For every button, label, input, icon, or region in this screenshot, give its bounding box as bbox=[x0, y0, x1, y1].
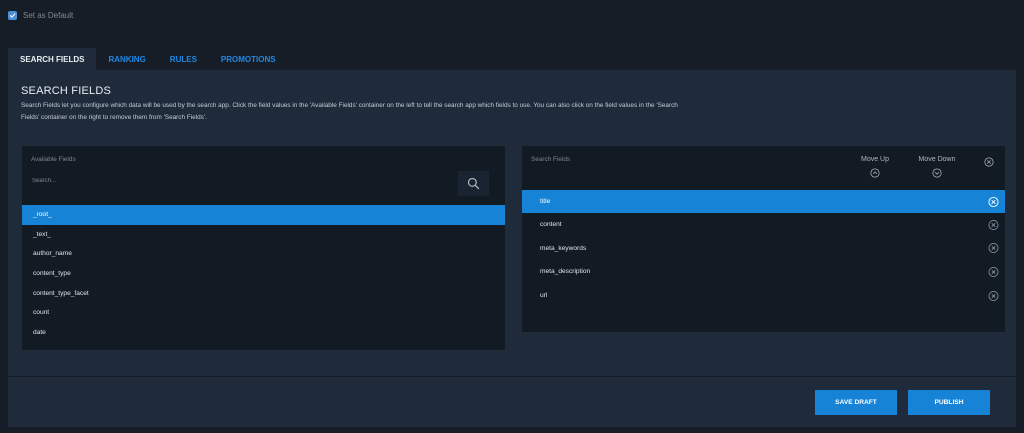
tab-search-fields[interactable]: SEARCH FIELDS bbox=[8, 48, 97, 70]
remove-icon[interactable] bbox=[988, 219, 999, 230]
list-item[interactable]: content_type_facet bbox=[22, 283, 505, 303]
list-item[interactable]: meta_description bbox=[522, 260, 1005, 284]
move-down-icon[interactable] bbox=[932, 168, 942, 178]
search-fields-box: Search Fields Move Up Move Down title co… bbox=[522, 146, 1005, 332]
move-down-label: Move Down bbox=[918, 156, 956, 163]
set-default-label: Set as Default bbox=[23, 11, 74, 20]
search-fields-list: title content meta_keywords meta_descrip… bbox=[522, 190, 1005, 307]
list-item-label: meta_keywords bbox=[540, 244, 587, 252]
list-item[interactable]: _text_ bbox=[22, 225, 505, 245]
tab-promotions[interactable]: PROMOTIONS bbox=[209, 48, 288, 70]
list-item-label: meta_description bbox=[540, 268, 591, 276]
search-button[interactable] bbox=[458, 171, 489, 196]
remove-all-icon[interactable] bbox=[984, 157, 994, 167]
list-item[interactable]: title bbox=[522, 190, 1005, 213]
save-draft-button[interactable]: SAVE DRAFT bbox=[815, 390, 897, 415]
remove-icon[interactable] bbox=[988, 243, 999, 254]
remove-icon[interactable] bbox=[988, 196, 999, 207]
list-item[interactable]: _root_ bbox=[22, 205, 505, 225]
list-item[interactable]: count bbox=[22, 303, 505, 323]
list-item-label: content bbox=[540, 221, 562, 229]
move-up-icon[interactable] bbox=[870, 168, 880, 178]
checkmark-icon bbox=[9, 13, 16, 18]
set-default-checkbox[interactable] bbox=[8, 11, 17, 20]
list-item[interactable]: author_name bbox=[22, 244, 505, 264]
list-item[interactable]: content bbox=[522, 213, 1005, 237]
search-fields-label: Search Fields bbox=[531, 156, 571, 163]
section-description: Search Fields let you configure which da… bbox=[21, 102, 678, 121]
available-fields-label: Available Fields bbox=[31, 156, 76, 163]
remove-icon[interactable] bbox=[988, 266, 999, 277]
search-icon bbox=[467, 177, 480, 190]
available-fields-search-input[interactable] bbox=[32, 172, 452, 190]
tab-ranking[interactable]: RANKING bbox=[96, 48, 157, 70]
move-up-label: Move Up bbox=[860, 156, 889, 163]
list-item-label: title bbox=[540, 198, 551, 205]
list-item[interactable]: meta_keywords bbox=[522, 237, 1005, 261]
available-fields-box: Available Fields _root_ _text_ author_na… bbox=[22, 146, 505, 350]
tab-rules[interactable]: RULES bbox=[158, 48, 209, 70]
list-item[interactable]: url bbox=[522, 284, 1005, 308]
section-title: SEARCH FIELDS bbox=[21, 85, 112, 97]
list-item-label: url bbox=[540, 292, 548, 300]
set-default-row[interactable]: Set as Default bbox=[8, 11, 73, 20]
remove-icon[interactable] bbox=[988, 290, 999, 301]
publish-button[interactable]: PUBLISH bbox=[908, 390, 990, 415]
list-item[interactable]: date bbox=[22, 323, 505, 343]
tab-bar: SEARCH FIELDS RANKING RULES PROMOTIONS bbox=[8, 48, 288, 70]
available-fields-list: _root_ _text_ author_name content_type c… bbox=[22, 205, 505, 342]
list-item[interactable]: content_type bbox=[22, 264, 505, 284]
footer-divider bbox=[8, 376, 1016, 377]
search-fields-panel: SEARCH FIELDS Search Fields let you conf… bbox=[8, 70, 1016, 427]
